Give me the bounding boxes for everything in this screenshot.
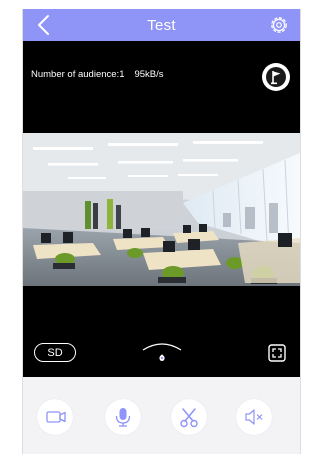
talk-button[interactable] xyxy=(105,399,141,435)
bitrate: 95kB/s xyxy=(134,69,164,80)
direction-indicator-icon[interactable] xyxy=(141,341,183,367)
video-player[interactable]: Number of audience:1 95kB/s SD xyxy=(23,41,300,377)
flag-icon xyxy=(266,67,286,87)
gear-icon[interactable] xyxy=(269,15,289,35)
speaker-muted-icon xyxy=(245,409,263,425)
camera-feed-image xyxy=(23,133,300,286)
stream-info: Number of audience:1 95kB/s xyxy=(31,69,164,80)
capture-button[interactable] xyxy=(171,399,207,435)
fullscreen-icon[interactable] xyxy=(268,344,286,362)
microphone-icon xyxy=(115,408,131,427)
control-bar xyxy=(23,377,300,454)
app-screen: Test Number of audience:1 95kB/s SD xyxy=(22,9,301,454)
quality-sd-button[interactable]: SD xyxy=(34,343,76,362)
flag-button[interactable] xyxy=(262,63,290,91)
audience-count: Number of audience:1 xyxy=(31,69,125,80)
mute-button[interactable] xyxy=(236,399,272,435)
record-button[interactable] xyxy=(37,399,73,435)
navigation-bar: Test xyxy=(23,9,300,41)
page-title: Test xyxy=(147,17,176,34)
scissors-icon xyxy=(180,408,198,428)
video-camera-icon xyxy=(46,411,66,423)
